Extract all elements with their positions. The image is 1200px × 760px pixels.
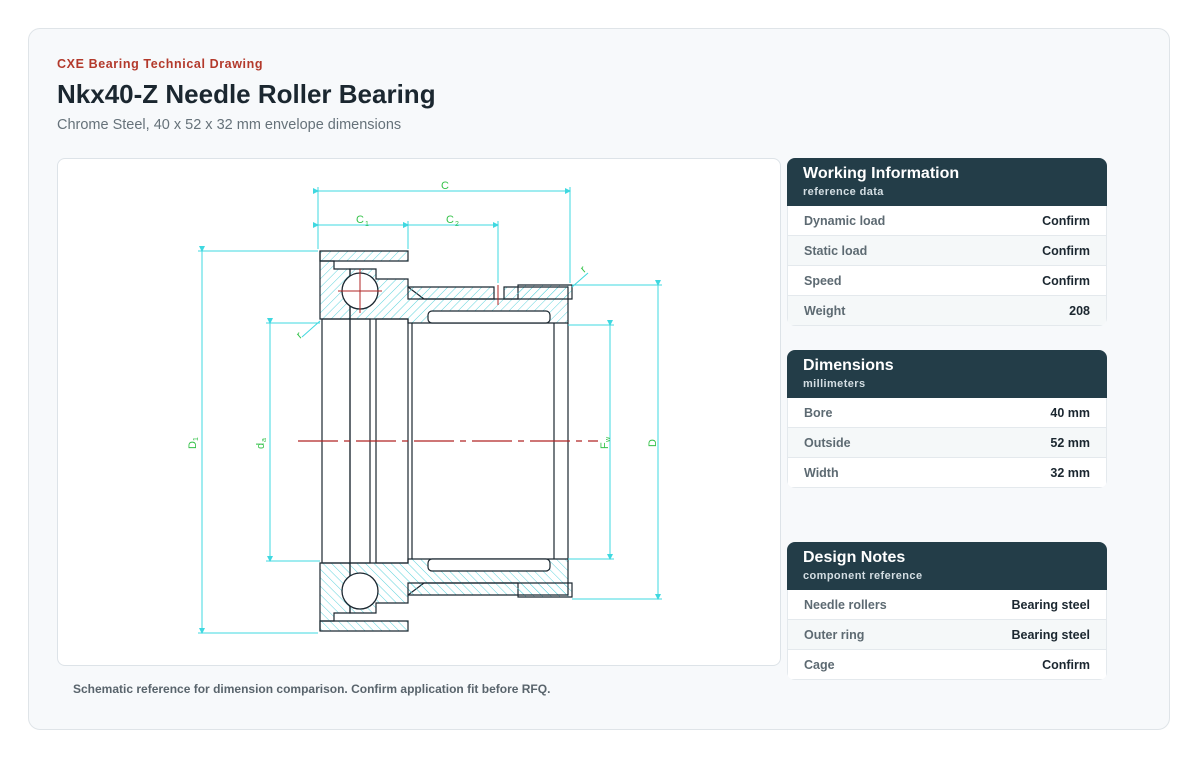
table-row: Width 32 mm [788, 458, 1106, 488]
working-information-panel: Working Information reference data Dynam… [787, 158, 1107, 326]
row-label: Dynamic load [804, 213, 886, 228]
row-value: 52 mm [1050, 435, 1090, 450]
row-label: Width [804, 465, 839, 480]
label-c: C [441, 180, 449, 192]
row-label: Bore [804, 405, 833, 420]
design-notes-panel: Design Notes component reference Needle … [787, 542, 1107, 680]
panel-subtitle: component reference [803, 570, 923, 582]
label-da-sub: a [261, 438, 268, 442]
row-value: 40 mm [1050, 405, 1090, 420]
panel-subtitle: reference data [803, 186, 884, 198]
label-fw-sub: w [605, 436, 612, 443]
label-c2-sub: 2 [455, 221, 459, 228]
row-label: Outer ring [804, 627, 865, 642]
row-value: Confirm [1042, 213, 1090, 228]
row-label: Weight [804, 303, 846, 318]
panel-header: Working Information reference data [787, 158, 1107, 206]
upper-section [319, 250, 573, 324]
label-fw: F [599, 442, 611, 449]
row-value: 32 mm [1050, 465, 1090, 480]
page-subtitle: Chrome Steel, 40 x 52 x 32 mm envelope d… [57, 117, 402, 133]
table-row: Dynamic load Confirm [788, 206, 1106, 236]
label-d1-sub: 1 [193, 437, 200, 441]
label-d1: D [187, 441, 199, 449]
row-label: Cage [804, 657, 835, 672]
panel-title: Design Notes [803, 549, 906, 566]
row-value: Bearing steel [1011, 597, 1090, 612]
panel-rows: Needle rollers Bearing steel Outer ring Be… [787, 590, 1107, 680]
panel-subtitle: millimeters [803, 378, 866, 390]
label-r-top: r [578, 264, 589, 276]
table-row: Needle rollers Bearing steel [788, 590, 1106, 620]
row-value: Confirm [1042, 657, 1090, 672]
technical-drawing: C C 1 C 2 D 1 d a F w D r r [57, 158, 781, 666]
row-value: Bearing steel [1011, 627, 1090, 642]
dimensions-panel: Dimensions millimeters Bore 40 mm Outside… [787, 350, 1107, 488]
table-row: Speed Confirm [788, 266, 1106, 296]
table-row: Outside 52 mm [788, 428, 1106, 458]
panel-header: Design Notes component reference [787, 542, 1107, 590]
label-c1-sub: 1 [365, 221, 369, 228]
row-label: Static load [804, 243, 868, 258]
panel-title: Working Information [803, 165, 960, 182]
row-value: 208 [1069, 303, 1090, 318]
label-da: d [255, 443, 267, 449]
row-value: Confirm [1042, 273, 1090, 288]
lower-section [319, 558, 573, 632]
panel-header: Dimensions millimeters [787, 350, 1107, 398]
panel-rows: Bore 40 mm Outside 52 mm Width 32 mm [787, 398, 1107, 488]
table-row: Bore 40 mm [788, 398, 1106, 428]
table-row: Static load Confirm [788, 236, 1106, 266]
page-title: Nkx40-Z Needle Roller Bearing [57, 79, 436, 109]
bearing-drawing-svg: C C 1 C 2 D 1 d a F w D r r [187, 180, 662, 634]
table-row: Weight 208 [788, 296, 1106, 326]
label-c1: C [356, 214, 364, 226]
label-c2: C [446, 214, 454, 226]
row-value: Confirm [1042, 243, 1090, 258]
table-row: Cage Confirm [788, 650, 1106, 680]
drawing-caption: Schematic reference for dimension compar… [73, 682, 551, 696]
table-row: Outer ring Bearing steel [788, 620, 1106, 650]
row-label: Outside [804, 435, 851, 450]
row-label: Speed [804, 273, 842, 288]
panel-title: Dimensions [803, 357, 894, 374]
eyebrow-label: CXE Bearing Technical Drawing [57, 57, 264, 71]
label-d: D [647, 439, 659, 447]
panel-rows: Dynamic load Confirm Static load Confirm S… [787, 206, 1107, 326]
row-label: Needle rollers [804, 597, 887, 612]
